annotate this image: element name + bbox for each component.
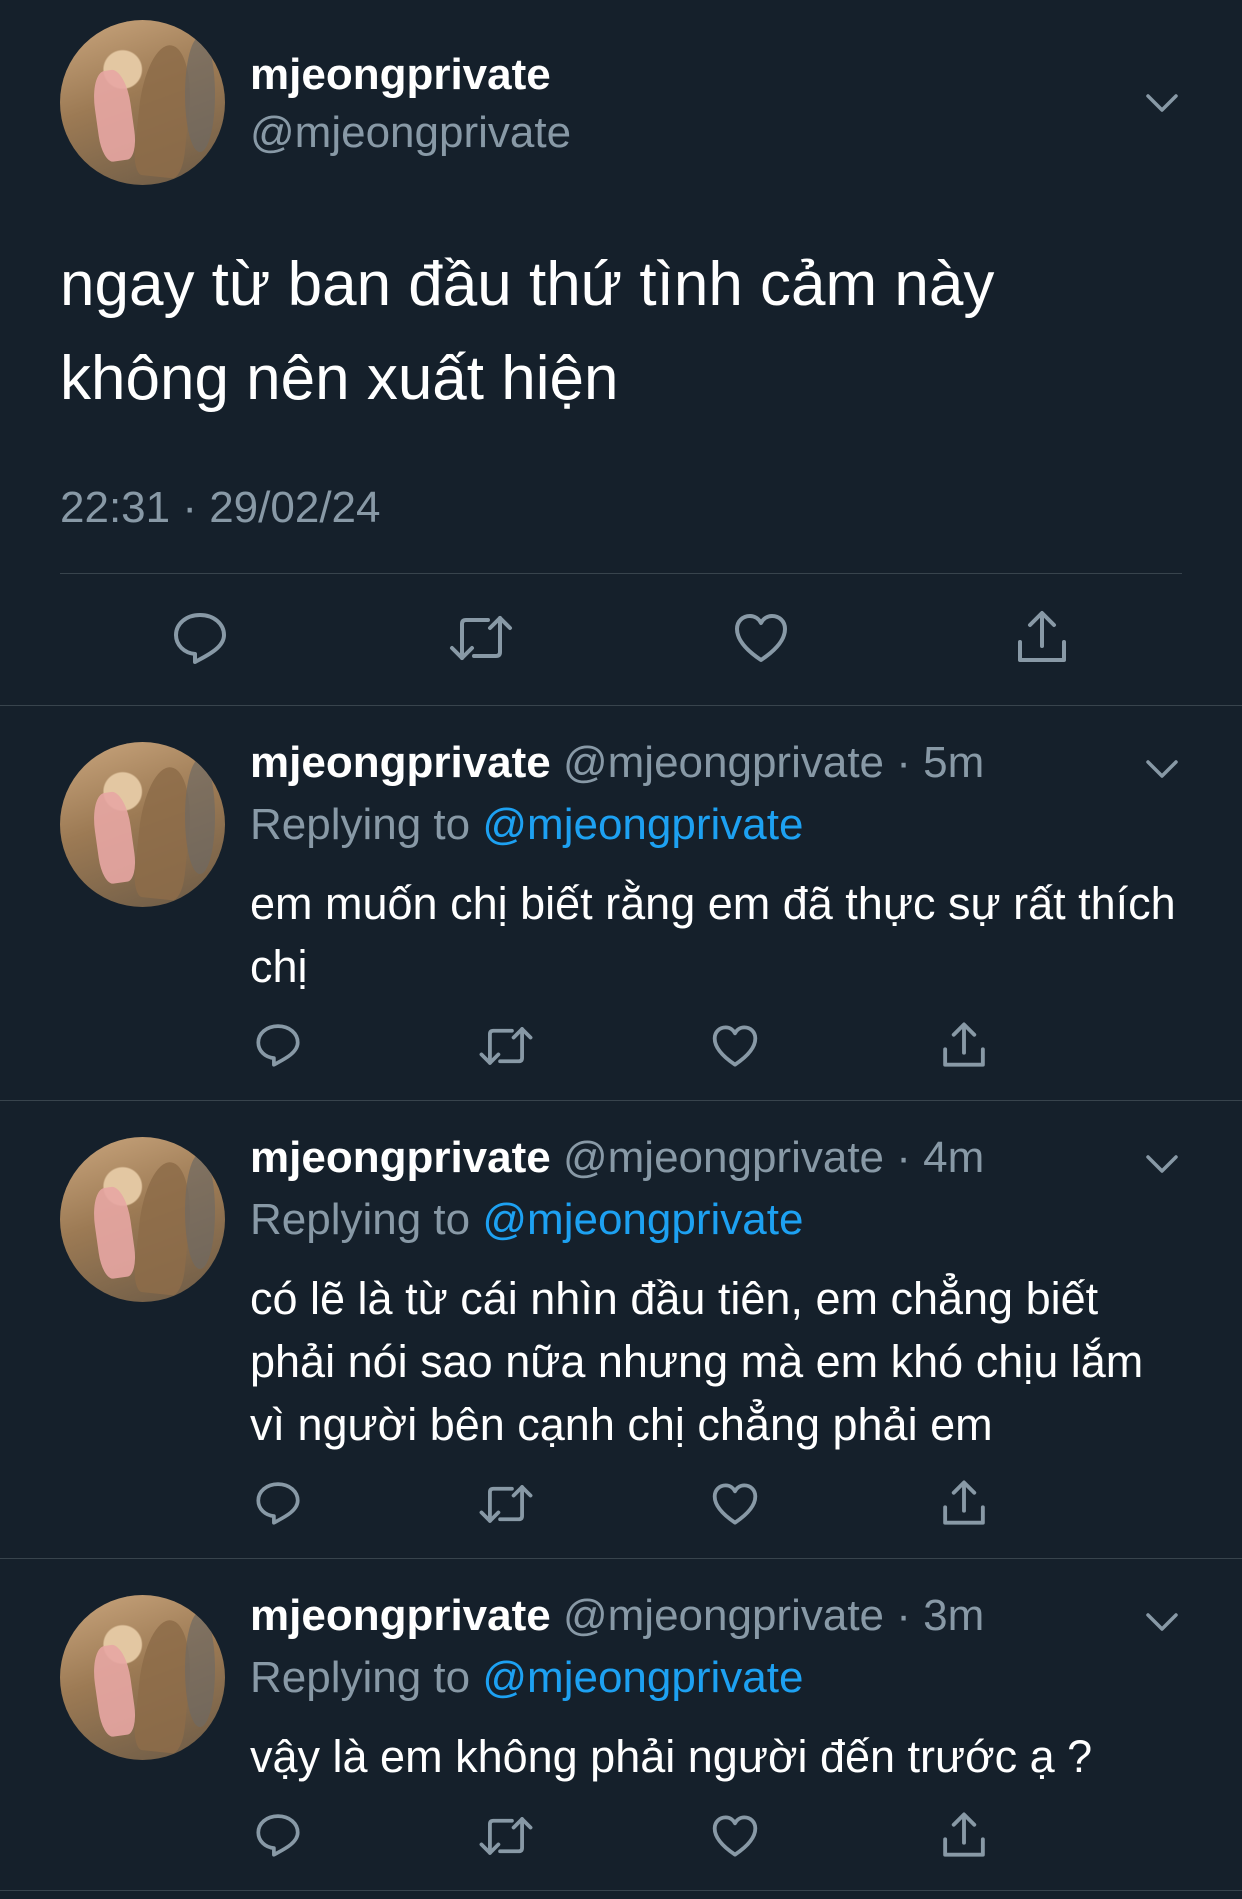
separator-dot: · [884,1591,924,1640]
tweet-time[interactable]: 4m [923,1133,984,1182]
retweet-icon[interactable] [478,1024,534,1068]
handle[interactable]: @mjeongprivate [563,738,884,787]
avatar[interactable] [60,1595,225,1760]
avatar[interactable] [60,742,225,907]
replying-label: Replying to [250,800,471,849]
tweet-timestamp[interactable]: 22:31 · 29/02/24 [60,483,380,533]
display-name[interactable]: mjeongprivate [250,1591,551,1640]
tweet-text: có lẽ là từ cái nhìn đầu tiên, em chẳng … [250,1273,1144,1450]
tweet-text: em muốn chị biết rằng em đã thực sự rất … [250,878,1176,992]
action-bar [0,1810,1242,1870]
avatar[interactable] [60,1137,225,1302]
chevron-down-icon[interactable] [1142,1603,1182,1643]
handle[interactable]: @mjeongprivate [250,108,571,158]
replying-to: Replying to @mjeongprivate [250,1195,803,1245]
display-name[interactable]: mjeongprivate [250,738,551,787]
share-icon[interactable] [940,1810,988,1860]
display-name[interactable]: mjeongprivate [250,1133,551,1182]
like-icon[interactable] [711,1814,759,1858]
chevron-down-icon[interactable] [1142,750,1182,790]
share-icon[interactable] [1014,608,1070,666]
reply-icon[interactable] [255,1812,301,1858]
action-bar [0,1478,1242,1538]
reply-header: mjeongprivate @mjeongprivate · 4m [250,1133,984,1183]
reply-icon[interactable] [172,610,228,666]
replying-to: Replying to @mjeongprivate [250,800,803,850]
action-bar [0,610,1242,670]
tweet-time[interactable]: 3m [923,1591,984,1640]
like-icon[interactable] [733,612,789,664]
tweet-text: ngay từ ban đầu thứ tình cảm này không n… [60,250,995,413]
divider [0,1558,1242,1559]
action-bar [0,1020,1242,1080]
mention-link[interactable]: @mjeongprivate [482,1653,803,1702]
separator-dot: · [884,738,924,787]
handle[interactable]: @mjeongprivate [563,1133,884,1182]
share-icon[interactable] [940,1020,988,1070]
replying-to: Replying to @mjeongprivate [250,1653,803,1703]
display-name[interactable]: mjeongprivate [250,50,551,100]
replying-label: Replying to [250,1653,471,1702]
divider [60,573,1182,574]
like-icon[interactable] [711,1024,759,1068]
replying-label: Replying to [250,1195,471,1244]
retweet-icon[interactable] [448,612,514,664]
like-icon[interactable] [711,1482,759,1526]
tweet-time[interactable]: 5m [923,738,984,787]
divider [0,1100,1242,1101]
reply-icon[interactable] [255,1480,301,1526]
tweet-text: vậy là em không phải người đến trước ạ ? [250,1731,1093,1782]
reply-header: mjeongprivate @mjeongprivate · 5m [250,738,984,788]
chevron-down-icon[interactable] [1142,84,1182,124]
separator-dot: · [884,1133,924,1182]
handle[interactable]: @mjeongprivate [563,1591,884,1640]
mention-link[interactable]: @mjeongprivate [482,800,803,849]
reply-icon[interactable] [255,1022,301,1068]
mention-link[interactable]: @mjeongprivate [482,1195,803,1244]
chevron-down-icon[interactable] [1142,1145,1182,1185]
share-icon[interactable] [940,1478,988,1528]
divider [0,1890,1242,1891]
reply-header: mjeongprivate @mjeongprivate · 3m [250,1591,984,1641]
retweet-icon[interactable] [478,1482,534,1526]
retweet-icon[interactable] [478,1814,534,1858]
divider [0,705,1242,706]
avatar[interactable] [60,20,225,185]
